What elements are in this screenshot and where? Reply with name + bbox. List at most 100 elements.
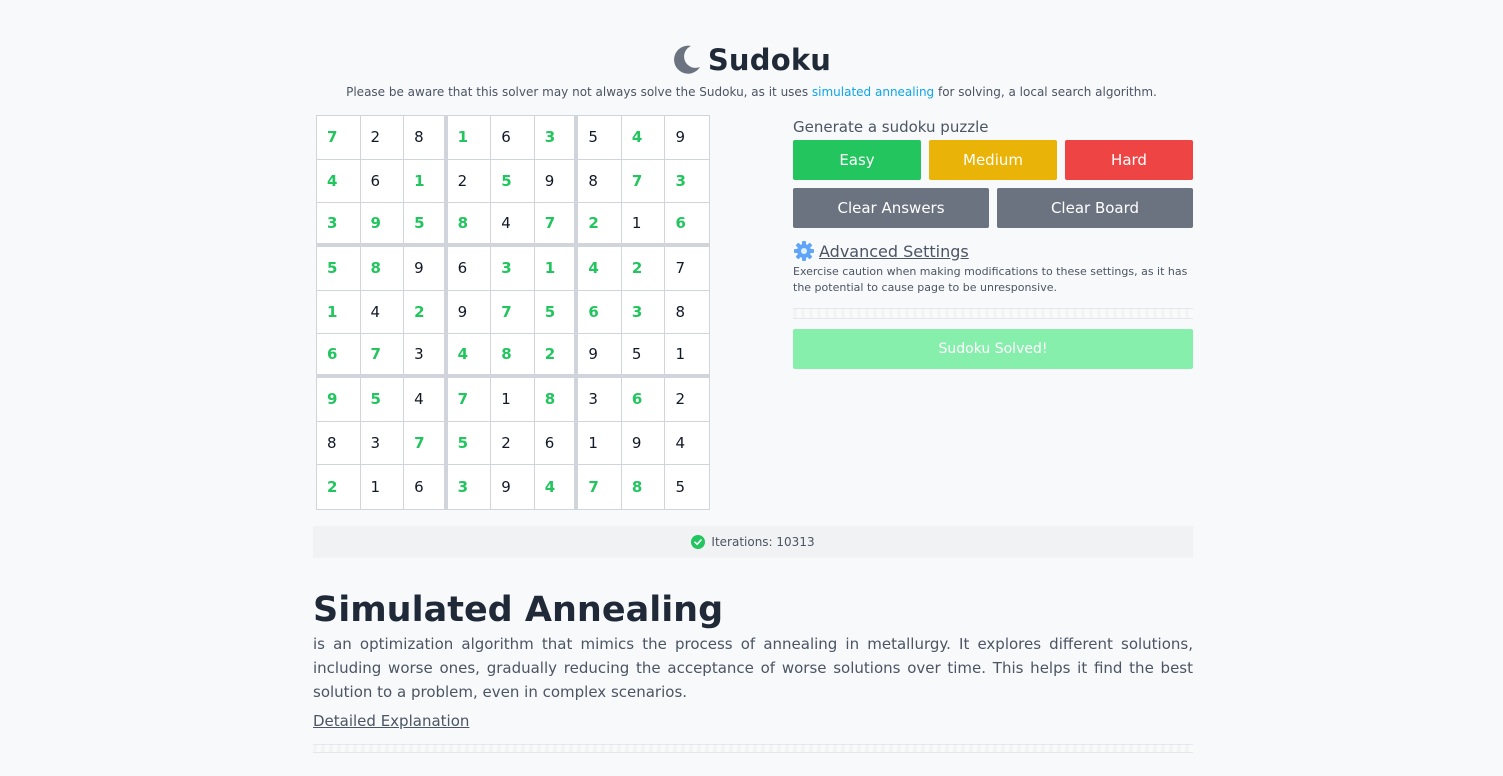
sudoku-cell[interactable]: 9 xyxy=(447,290,492,335)
sudoku-cell[interactable]: 5 xyxy=(360,378,405,422)
sudoku-cell[interactable]: 6 xyxy=(621,378,666,422)
subtitle-text-before: Please be aware that this solver may not… xyxy=(346,85,812,99)
sudoku-cell[interactable]: 3 xyxy=(360,421,405,466)
sudoku-cell[interactable]: 9 xyxy=(404,247,448,291)
sudoku-cell[interactable]: 1 xyxy=(361,465,405,509)
sudoku-cell[interactable]: 2 xyxy=(665,378,709,422)
sudoku-cell[interactable]: 7 xyxy=(404,421,448,466)
sudoku-cell[interactable]: 6 xyxy=(317,334,361,378)
sudoku-cell[interactable]: 5 xyxy=(491,159,535,204)
sudoku-cell[interactable]: 5 xyxy=(404,203,448,247)
sudoku-cell[interactable]: 8 xyxy=(317,421,361,466)
sudoku-cell[interactable]: 8 xyxy=(534,378,579,422)
sudoku-cell[interactable]: 9 xyxy=(360,203,405,247)
sudoku-cell[interactable]: 4 xyxy=(621,116,666,160)
sudoku-cell[interactable]: 4 xyxy=(317,159,361,204)
page-header: Sudoku Please be aware that this solver … xyxy=(0,38,1503,99)
moon-icon[interactable] xyxy=(672,43,702,77)
sudoku-cell[interactable]: 7 xyxy=(447,378,492,422)
sudoku-cell[interactable]: 1 xyxy=(447,116,492,160)
clear-board-button[interactable]: Clear Board xyxy=(997,188,1193,228)
detailed-explanation-link[interactable]: Detailed Explanation xyxy=(313,712,469,730)
clear-answers-button[interactable]: Clear Answers xyxy=(793,188,989,228)
sudoku-cell[interactable]: 8 xyxy=(360,247,405,291)
sudoku-cell[interactable]: 7 xyxy=(534,203,579,247)
sudoku-cell[interactable]: 1 xyxy=(621,203,666,247)
title-row: Sudoku xyxy=(0,38,1503,82)
sudoku-cell[interactable]: 7 xyxy=(360,334,405,378)
sudoku-cell[interactable]: 4 xyxy=(360,290,405,335)
easy-button[interactable]: Easy xyxy=(793,140,921,180)
sudoku-cell[interactable]: 2 xyxy=(578,203,622,247)
sudoku-cell[interactable]: 4 xyxy=(665,422,709,466)
sudoku-cell[interactable]: 9 xyxy=(665,116,709,160)
generate-label: Generate a sudoku puzzle xyxy=(793,118,989,136)
hard-button[interactable]: Hard xyxy=(1065,140,1193,180)
sudoku-cell[interactable]: 4 xyxy=(578,247,622,291)
sudoku-cell[interactable]: 7 xyxy=(621,159,666,204)
medium-button[interactable]: Medium xyxy=(929,140,1057,180)
sudoku-cell[interactable]: 3 xyxy=(404,334,448,378)
sudoku-cell[interactable]: 1 xyxy=(578,421,622,466)
sudoku-cell[interactable]: 9 xyxy=(491,465,535,509)
sudoku-cell[interactable]: 6 xyxy=(534,421,579,466)
advanced-settings-note: Exercise caution when making modificatio… xyxy=(793,265,1188,294)
sudoku-cell[interactable]: 8 xyxy=(622,465,666,509)
sudoku-cell[interactable]: 4 xyxy=(447,334,492,378)
simulated-annealing-link[interactable]: simulated annealing xyxy=(812,85,934,99)
sudoku-cell[interactable]: 4 xyxy=(404,378,448,422)
sudoku-cell[interactable]: 8 xyxy=(404,116,448,160)
sudoku-cell[interactable]: 6 xyxy=(491,116,535,160)
sudoku-cell[interactable]: 1 xyxy=(491,378,535,422)
iterations-status-bar: Iterations: 10313 xyxy=(313,526,1193,558)
sudoku-cell[interactable]: 9 xyxy=(621,421,666,466)
sudoku-cell[interactable]: 1 xyxy=(665,334,709,378)
sudoku-cell[interactable]: 3 xyxy=(578,378,622,422)
sudoku-cell[interactable]: 7 xyxy=(665,247,709,291)
sudoku-cell[interactable]: 2 xyxy=(621,247,666,291)
sudoku-cell[interactable]: 5 xyxy=(317,247,361,291)
sudoku-cell[interactable]: 3 xyxy=(534,116,579,160)
sudoku-cell[interactable]: 1 xyxy=(404,159,448,204)
sudoku-cell[interactable]: 5 xyxy=(621,334,666,378)
sudoku-cell[interactable]: 6 xyxy=(578,290,622,335)
sudoku-cell[interactable]: 2 xyxy=(491,421,535,466)
sudoku-cell[interactable]: 9 xyxy=(534,159,579,204)
sudoku-cell[interactable]: 4 xyxy=(491,203,535,247)
solve-status-button[interactable]: Sudoku Solved! xyxy=(793,329,1193,369)
sudoku-cell[interactable]: 5 xyxy=(534,290,579,335)
sudoku-cell[interactable]: 6 xyxy=(665,203,709,247)
article-heading: Simulated Annealing xyxy=(313,590,724,630)
sudoku-cell[interactable]: 6 xyxy=(360,159,405,204)
sudoku-cell[interactable]: 1 xyxy=(317,290,361,335)
sudoku-cell[interactable]: 9 xyxy=(578,334,622,378)
sudoku-cell[interactable]: 2 xyxy=(534,334,579,378)
sudoku-cell[interactable]: 8 xyxy=(447,203,492,247)
control-panel: Generate a sudoku puzzle Easy Medium Har… xyxy=(793,118,1193,369)
sudoku-cell[interactable]: 3 xyxy=(317,203,361,247)
sudoku-cell[interactable]: 2 xyxy=(404,290,448,335)
sudoku-cell[interactable]: 1 xyxy=(534,247,579,291)
sudoku-cell[interactable]: 8 xyxy=(665,291,709,335)
sudoku-cell[interactable]: 8 xyxy=(578,159,622,204)
sudoku-cell[interactable]: 9 xyxy=(317,378,361,422)
sudoku-cell[interactable]: 2 xyxy=(360,116,405,160)
sudoku-cell[interactable]: 4 xyxy=(535,465,579,509)
sudoku-cell[interactable]: 3 xyxy=(621,290,666,335)
sudoku-cell[interactable]: 5 xyxy=(447,421,492,466)
sudoku-cell[interactable]: 3 xyxy=(665,160,709,204)
sudoku-cell[interactable]: 8 xyxy=(491,334,535,378)
sudoku-cell[interactable]: 5 xyxy=(578,116,622,160)
sudoku-cell[interactable]: 2 xyxy=(447,159,492,204)
sudoku-cell[interactable]: 7 xyxy=(491,290,535,335)
sudoku-cell[interactable]: 3 xyxy=(448,465,492,509)
advanced-settings-link[interactable]: Advanced Settings xyxy=(819,242,969,261)
advanced-settings-toggle[interactable]: Advanced Settings xyxy=(793,240,1193,262)
sudoku-cell[interactable]: 6 xyxy=(447,247,492,291)
sudoku-cell[interactable]: 3 xyxy=(491,247,535,291)
sudoku-cell[interactable]: 6 xyxy=(404,465,448,509)
sudoku-cell[interactable]: 7 xyxy=(317,116,361,160)
sudoku-cell[interactable]: 5 xyxy=(665,465,709,509)
sudoku-cell[interactable]: 7 xyxy=(578,465,622,509)
sudoku-cell[interactable]: 2 xyxy=(317,465,361,509)
